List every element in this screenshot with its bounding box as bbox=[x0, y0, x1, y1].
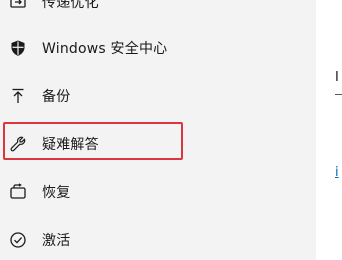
settings-window: 传递优化 Windows 安全中心 备份 疑难解答 恢复 激活 I i bbox=[0, 0, 342, 260]
sidebar-item-recovery[interactable]: 恢复 bbox=[0, 168, 316, 216]
shield-icon bbox=[8, 38, 28, 58]
backup-arrow-icon bbox=[8, 86, 28, 106]
sidebar-item-troubleshoot[interactable]: 疑难解答 bbox=[0, 120, 316, 168]
sidebar-item-label: 备份 bbox=[42, 89, 71, 105]
settings-sidebar: 传递优化 Windows 安全中心 备份 疑难解答 恢复 激活 bbox=[0, 0, 316, 260]
content-pane: I i bbox=[316, 0, 342, 260]
activation-check-icon bbox=[8, 230, 28, 250]
sidebar-item-backup[interactable]: 备份 bbox=[0, 72, 316, 120]
sidebar-item-label: Windows 安全中心 bbox=[42, 41, 168, 57]
content-text-partial: I bbox=[335, 70, 339, 85]
sidebar-item-label: 恢复 bbox=[42, 185, 71, 201]
sidebar-item-activation[interactable]: 激活 bbox=[0, 216, 316, 260]
content-divider bbox=[335, 94, 342, 95]
sidebar-item-label: 传递优化 bbox=[42, 0, 99, 11]
sidebar-item-delivery-optimization[interactable]: 传递优化 bbox=[0, 0, 316, 26]
wrench-icon bbox=[8, 134, 28, 154]
recovery-icon bbox=[8, 182, 28, 202]
sidebar-item-label: 激活 bbox=[42, 233, 71, 249]
sidebar-item-label: 疑难解答 bbox=[42, 137, 99, 153]
delivery-optimization-icon bbox=[8, 0, 28, 12]
sidebar-item-windows-security[interactable]: Windows 安全中心 bbox=[0, 24, 316, 72]
content-link-partial[interactable]: i bbox=[335, 165, 339, 180]
